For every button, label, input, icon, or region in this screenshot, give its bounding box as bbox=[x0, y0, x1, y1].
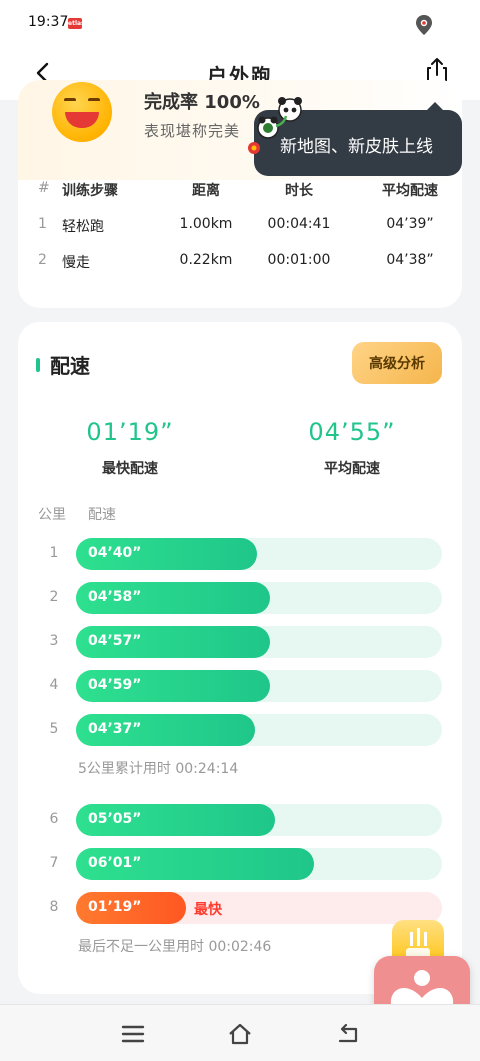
pace-bar: 04’59” bbox=[76, 670, 270, 702]
row-step: 慢走 bbox=[62, 255, 90, 271]
emoji-mouth bbox=[65, 112, 99, 128]
status-bar: 19:37 etlas bbox=[0, 0, 480, 50]
pace-bar: 04’57” bbox=[76, 626, 270, 658]
pace-km-number: 1 bbox=[49, 545, 59, 561]
pace-bar: 01’19” bbox=[76, 892, 186, 924]
advanced-analysis-button[interactable]: 高级分析 bbox=[352, 342, 442, 384]
fastest-pace-value: 01’19” bbox=[86, 418, 174, 446]
menu-icon[interactable] bbox=[120, 1021, 146, 1047]
pace-bar: 05’05” bbox=[76, 804, 275, 836]
emoji-eye bbox=[88, 98, 100, 102]
pace-km-number: 4 bbox=[49, 677, 59, 693]
pace-bar-label: 01’19” bbox=[88, 899, 142, 915]
pace-bar-label: 05’05” bbox=[88, 811, 142, 827]
last-partial-km: 最后不足一公里用时 00:02:46 bbox=[78, 939, 272, 955]
pace-bar-row: 5 04’37” bbox=[18, 714, 462, 746]
laughing-emoji-icon bbox=[52, 82, 112, 142]
section-marker bbox=[36, 358, 40, 372]
steps-table-header: # 训练步骤 距离 时长 平均配速 bbox=[18, 180, 462, 210]
pace-bar-track: 06’01” bbox=[76, 848, 442, 880]
pace-km-number: 3 bbox=[49, 633, 59, 649]
pace-bar-track: 01’19” 最快 bbox=[76, 892, 442, 924]
emoji-eye bbox=[64, 98, 76, 102]
pace-bar-row: 4 04’59” bbox=[18, 670, 462, 702]
pace-bar: 06’01” bbox=[76, 848, 314, 880]
row-pace: 04’39” bbox=[386, 216, 434, 232]
col-number: # bbox=[38, 180, 50, 196]
pace-km-number: 6 bbox=[49, 811, 59, 827]
status-time: 19:37 bbox=[28, 14, 69, 30]
col-step: 训练步骤 bbox=[62, 183, 118, 199]
pace-bar-row: 6 05’05” bbox=[18, 804, 462, 836]
pace-bar-track: 05’05” bbox=[76, 804, 442, 836]
row-number: 1 bbox=[38, 216, 47, 232]
pace-bar-row: 1 04’40” bbox=[18, 538, 462, 570]
pace-bar-row: 3 04’57” bbox=[18, 626, 462, 658]
back-icon[interactable] bbox=[334, 1021, 360, 1047]
col-duration: 时长 bbox=[285, 183, 313, 199]
location-icon bbox=[416, 15, 432, 35]
row-distance: 1.00km bbox=[179, 216, 233, 232]
col-km: 公里 bbox=[38, 507, 66, 523]
table-row: 1 轻松跑 1.00km 00:04:41 04’39” bbox=[18, 216, 462, 246]
pace-bar: 04’58” bbox=[76, 582, 270, 614]
pace-bar-label: 04’59” bbox=[88, 677, 142, 693]
system-nav-bar bbox=[0, 1004, 480, 1061]
average-pace-value: 04’55” bbox=[308, 418, 396, 446]
pace-km-number: 8 bbox=[49, 899, 59, 915]
notification-badge-icon: etlas bbox=[68, 18, 85, 29]
panda-mascot-icon bbox=[248, 97, 302, 154]
pace-bar-track: 04’40” bbox=[76, 538, 442, 570]
pace-bar: 04’37” bbox=[76, 714, 255, 746]
pace-card: 配速 高级分析 01’19” 最快配速 04’55” 平均配速 公里 配速 1 0… bbox=[18, 322, 462, 994]
pace-bar-track: 04’58” bbox=[76, 582, 442, 614]
pace-bar-label: 04’57” bbox=[88, 633, 142, 649]
average-pace-label: 平均配速 bbox=[324, 461, 380, 477]
pace-bar-row: 2 04’58” bbox=[18, 582, 462, 614]
pace-bar-track: 04’57” bbox=[76, 626, 442, 658]
section-title: 配速 bbox=[50, 354, 90, 378]
row-pace: 04’38” bbox=[386, 252, 434, 268]
row-number: 2 bbox=[38, 252, 47, 268]
pace-km-number: 5 bbox=[49, 721, 59, 737]
col-avg-pace: 平均配速 bbox=[382, 183, 438, 199]
pace-km-number: 7 bbox=[49, 855, 59, 871]
pace-bar: 04’40” bbox=[76, 538, 257, 570]
pace-bar-track: 04’37” bbox=[76, 714, 442, 746]
col-pace: 配速 bbox=[88, 507, 116, 523]
completion-remark: 表现堪称完美 bbox=[144, 122, 241, 140]
cumulative-5km: 5公里累计用时 00:24:14 bbox=[78, 761, 239, 777]
pace-bar-label: 04’37” bbox=[88, 721, 142, 737]
pace-bar-row: 7 06’01” bbox=[18, 848, 462, 880]
row-step: 轻松跑 bbox=[62, 219, 104, 235]
row-duration: 00:04:41 bbox=[267, 216, 331, 232]
pace-bar-label: 04’40” bbox=[88, 545, 142, 561]
col-distance: 距离 bbox=[192, 183, 220, 199]
pace-km-number: 2 bbox=[49, 589, 59, 605]
fastest-pace-label: 最快配速 bbox=[102, 461, 158, 477]
pace-bar-label: 06’01” bbox=[88, 855, 142, 871]
table-row: 2 慢走 0.22km 00:01:00 04’38” bbox=[18, 252, 462, 282]
fastest-tag: 最快 bbox=[194, 902, 222, 918]
row-duration: 00:01:00 bbox=[267, 252, 331, 268]
pace-bar-label: 04’58” bbox=[88, 589, 142, 605]
row-distance: 0.22km bbox=[179, 252, 233, 268]
home-icon[interactable] bbox=[227, 1021, 253, 1047]
pace-bar-track: 04’59” bbox=[76, 670, 442, 702]
